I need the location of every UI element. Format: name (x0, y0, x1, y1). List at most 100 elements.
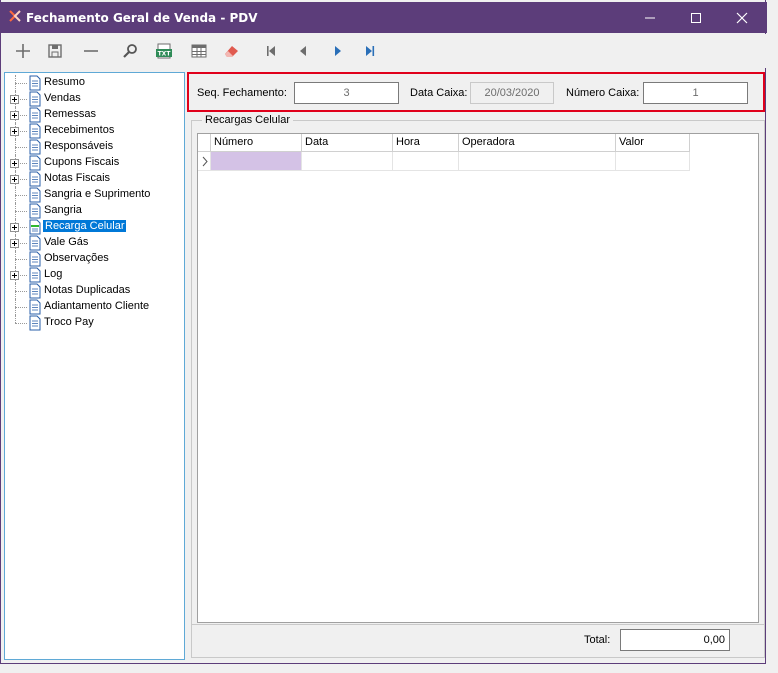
tree-item-label: Cupons Fiscais (44, 156, 120, 168)
tree-item-label: Vale Gás (44, 236, 89, 248)
document-icon (28, 139, 42, 155)
document-icon (28, 283, 42, 299)
txt-icon-label: TXT (158, 51, 172, 58)
expand-icon[interactable] (10, 159, 19, 168)
seq-fechamento-label: Seq. Fechamento: (197, 87, 287, 99)
document-icon (28, 315, 42, 331)
grid-view-button[interactable] (187, 40, 211, 62)
column-header-numero[interactable]: Número (211, 134, 302, 152)
minimize-button[interactable] (627, 2, 673, 33)
tree-item-resumo[interactable]: Resumo (5, 75, 185, 91)
add-button[interactable] (11, 40, 35, 62)
tree-item-label: Sangria e Suprimento (44, 188, 151, 200)
cell-valor[interactable] (616, 152, 690, 171)
tree-line (15, 315, 16, 323)
expand-icon[interactable] (10, 95, 19, 104)
export-txt-button[interactable]: TXT (152, 40, 176, 62)
tree-item-remessas[interactable]: Remessas (5, 107, 185, 123)
delete-button[interactable] (79, 40, 103, 62)
previous-record-button[interactable] (291, 40, 315, 62)
column-header-data[interactable]: Data (302, 134, 393, 152)
column-header-operadora[interactable]: Operadora (459, 134, 616, 152)
tree-item-label: Notas Fiscais (44, 172, 111, 184)
numero-caixa-label: Número Caixa: (566, 87, 640, 99)
last-record-button[interactable] (358, 40, 382, 62)
save-icon (48, 44, 62, 58)
data-caixa-field[interactable]: 20/03/2020 (470, 82, 554, 104)
first-record-button[interactable] (259, 40, 283, 62)
clear-button[interactable] (219, 40, 243, 62)
close-button[interactable] (719, 2, 765, 33)
save-button[interactable] (43, 40, 67, 62)
maximize-button[interactable] (673, 2, 719, 33)
tree-item-label: Sangria (44, 204, 82, 216)
document-icon (28, 235, 42, 251)
txt-export-icon: TXT (156, 43, 172, 59)
expand-icon[interactable] (10, 127, 19, 136)
numero-caixa-field[interactable]: 1 (643, 82, 748, 104)
search-button[interactable] (118, 40, 142, 62)
tree-item-log[interactable]: Log (5, 267, 185, 283)
grid-icon (191, 44, 207, 58)
table-row[interactable] (198, 152, 690, 171)
main-window: Fechamento Geral de Venda - PDV TXT Resu… (0, 0, 767, 664)
tree-item-label: Recebimentos (44, 124, 115, 136)
search-icon (123, 44, 137, 58)
minus-icon (84, 50, 98, 52)
row-indicator (198, 152, 211, 171)
tree-item-notas-duplicadas[interactable]: Notas Duplicadas (5, 283, 185, 299)
seq-fechamento-field[interactable]: 3 (294, 82, 399, 104)
recargas-grid[interactable]: Número Data Hora Operadora Valor (197, 133, 759, 623)
expand-icon[interactable] (10, 175, 19, 184)
title-bar[interactable]: Fechamento Geral de Venda - PDV (1, 2, 767, 33)
tree-item-vendas[interactable]: Vendas (5, 91, 185, 107)
tree-item-responsaveis[interactable]: Responsáveis (5, 139, 185, 155)
tree-item-label: Notas Duplicadas (44, 284, 131, 296)
tree-item-label: Troco Pay (44, 316, 94, 328)
document-icon (28, 299, 42, 315)
cell-hora[interactable] (393, 152, 459, 171)
total-label: Total: (584, 634, 611, 646)
expand-icon[interactable] (10, 111, 19, 120)
bottom-strip (0, 664, 778, 673)
groupbox-title: Recargas Celular (202, 114, 293, 126)
tree-line (15, 291, 27, 292)
tree-line (15, 307, 27, 308)
next-record-icon (335, 46, 341, 56)
tree-item-adiantamento-cliente[interactable]: Adiantamento Cliente (5, 299, 185, 315)
tree-item-label: Vendas (44, 92, 81, 104)
document-icon (28, 107, 42, 123)
navigation-tree[interactable]: Resumo Vendas Remessas Recebimentos Responsá… (4, 72, 185, 660)
tree-item-vale-gas[interactable]: Vale Gás (5, 235, 185, 251)
tree-item-sangria-e-suprimento[interactable]: Sangria e Suprimento (5, 187, 185, 203)
tree-item-recebimentos[interactable]: Recebimentos (5, 123, 185, 139)
app-logo-icon (9, 10, 21, 22)
last-record-icon (366, 46, 375, 56)
expand-icon[interactable] (10, 271, 19, 280)
tree-item-label: Observações (44, 252, 109, 264)
tree-item-observacoes[interactable]: Observações (5, 251, 185, 267)
footer-bar: Total: 0,00 (192, 624, 764, 657)
document-icon (28, 267, 42, 283)
tree-item-recarga-celular[interactable]: Recarga Celular (5, 219, 185, 235)
tree-item-troco-pay[interactable]: Troco Pay (5, 315, 185, 331)
eraser-icon (225, 46, 238, 57)
tree-line (15, 211, 27, 212)
expand-icon[interactable] (10, 223, 19, 232)
row-indicator-header (198, 134, 211, 152)
expand-icon[interactable] (10, 239, 19, 248)
next-record-button[interactable] (326, 40, 350, 62)
tree-item-cupons-fiscais[interactable]: Cupons Fiscais (5, 155, 185, 171)
cell-data[interactable] (302, 152, 393, 171)
column-header-valor[interactable]: Valor (616, 134, 690, 152)
cell-numero[interactable] (211, 152, 302, 171)
active-document-icon (28, 219, 42, 235)
close-icon (736, 12, 748, 23)
first-record-icon (267, 46, 275, 56)
tree-item-label: Resumo (44, 76, 85, 88)
tree-item-notas-fiscais[interactable]: Notas Fiscais (5, 171, 185, 187)
cell-operadora[interactable] (459, 152, 616, 171)
total-field[interactable]: 0,00 (620, 629, 730, 651)
column-header-hora[interactable]: Hora (393, 134, 459, 152)
tree-item-sangria[interactable]: Sangria (5, 203, 185, 219)
